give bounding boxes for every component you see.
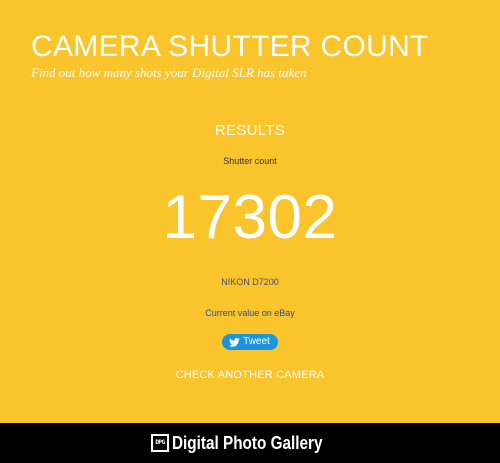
shutter-count-label: Shutter count: [223, 156, 277, 166]
tweet-label: Tweet: [243, 336, 270, 347]
footer: DPG Digital Photo Gallery: [0, 423, 500, 463]
results-section: RESULTS Shutter count 17302 NIKON D7200 …: [0, 122, 500, 383]
dpg-logo-icon: DPG: [150, 434, 169, 452]
shutter-count-value: 17302: [162, 183, 338, 252]
results-heading: RESULTS: [214, 122, 286, 139]
check-another-camera-link[interactable]: CHECK ANOTHER CAMERA: [176, 368, 325, 382]
header: CAMERA SHUTTER COUNT Find out how many s…: [31, 30, 490, 81]
footer-logo[interactable]: DPG Digital Photo Gallery: [150, 433, 349, 453]
tweet-button[interactable]: Tweet: [222, 334, 278, 350]
page: { "header": { "title": "CAMERA SHUTTER C…: [0, 0, 500, 463]
camera-model: NIKON D7200: [221, 277, 279, 287]
page-title: CAMERA SHUTTER COUNT: [31, 30, 429, 63]
footer-brand: Digital Photo Gallery: [171, 433, 323, 453]
twitter-bird-icon: [229, 337, 240, 347]
ebay-value-link[interactable]: Current value on eBay: [205, 307, 295, 319]
page-subtitle: Find out how many shots your Digital SLR…: [31, 65, 307, 80]
